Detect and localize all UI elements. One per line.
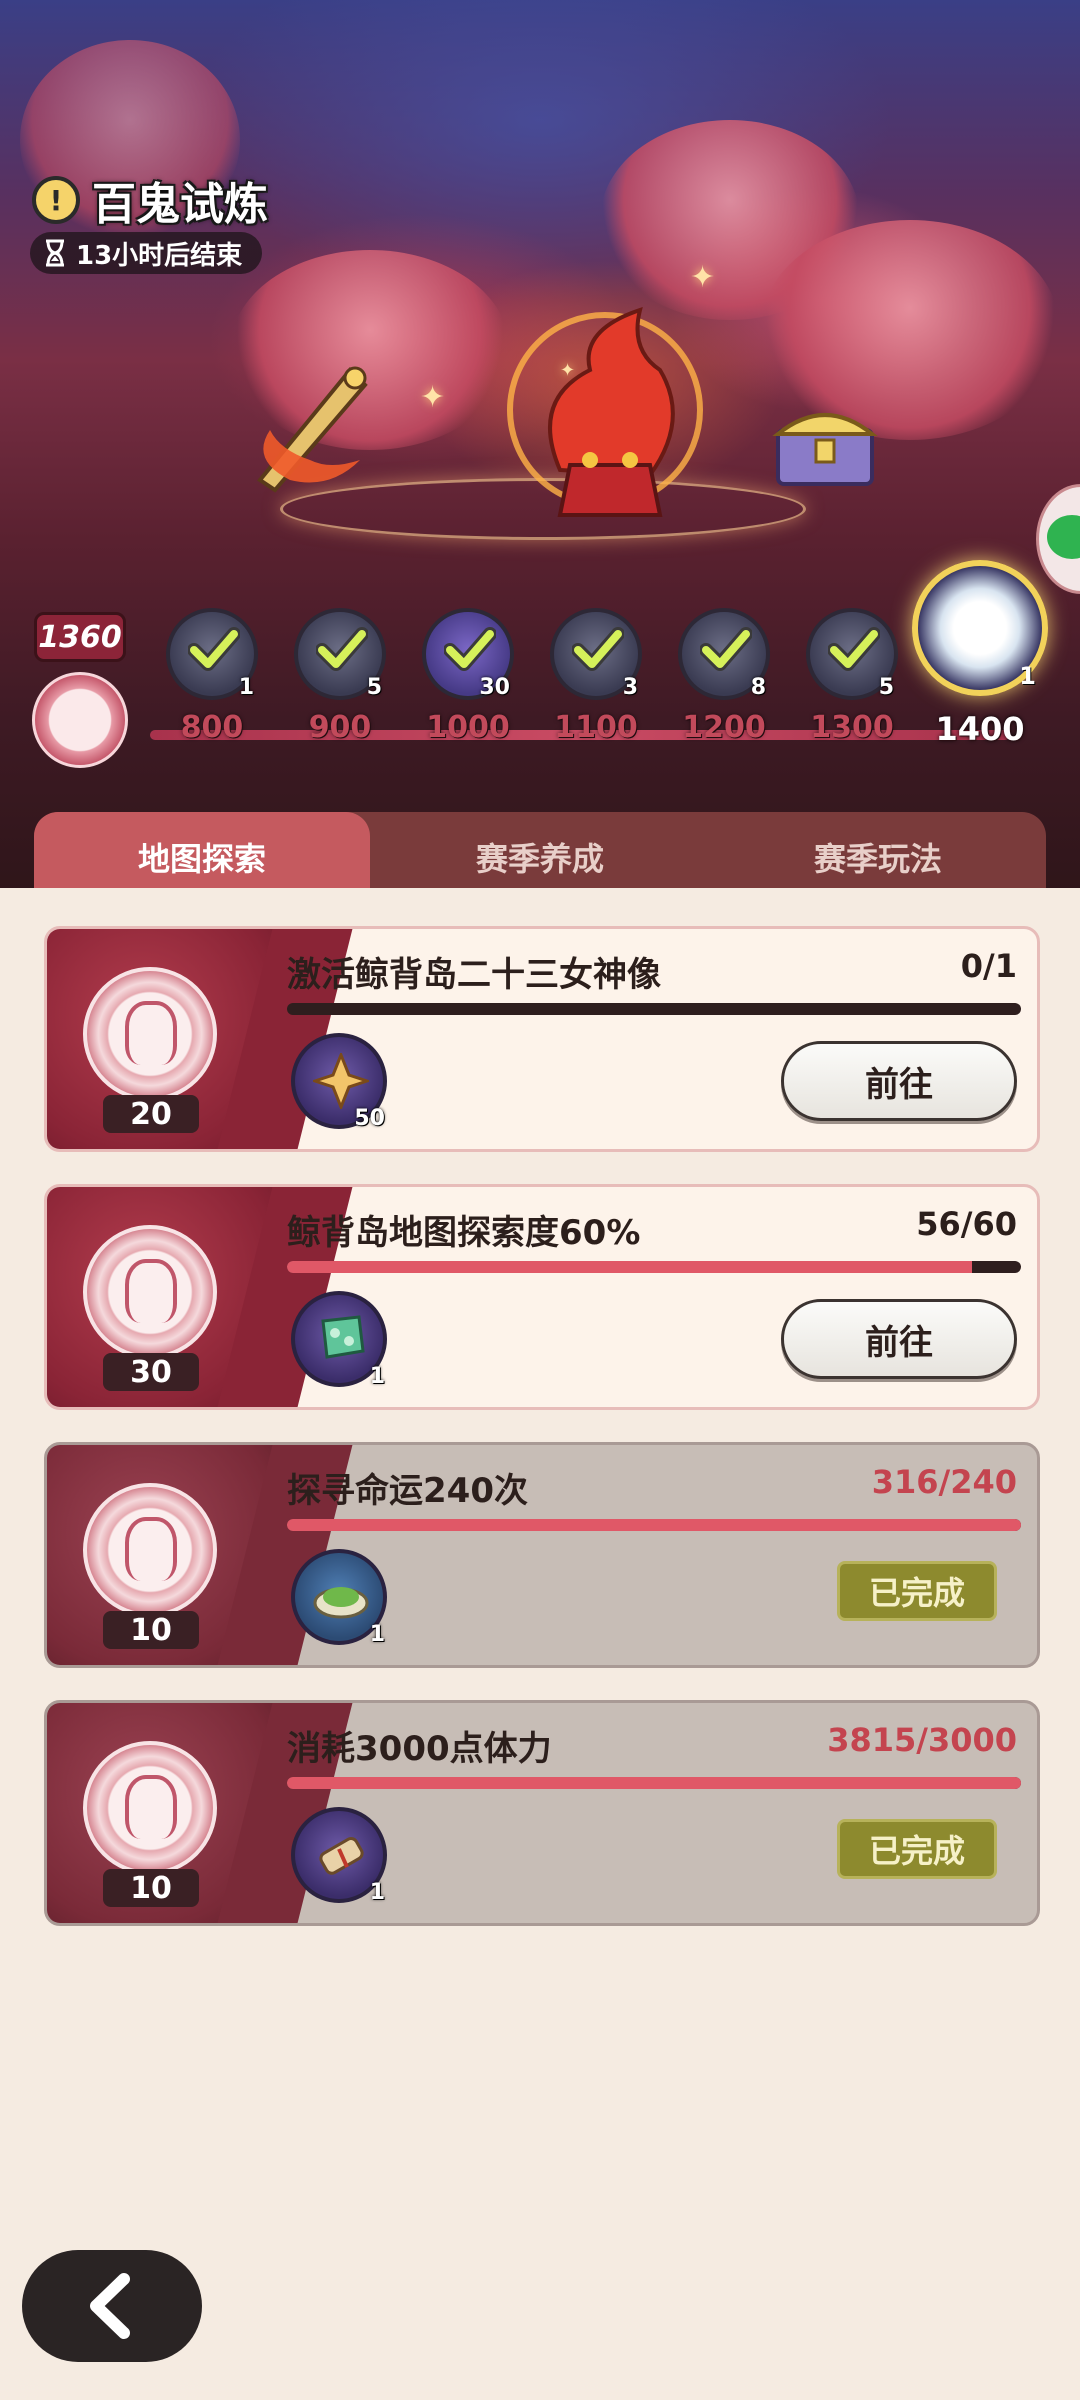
completed-badge: 已完成 [837,1819,997,1879]
sparkle-decoration: ✦ [690,260,716,295]
checkmark-icon [188,627,240,671]
reward-qty: 1 [369,1364,385,1389]
go-button[interactable]: 前往 [781,1041,1017,1121]
score-medal-icon [32,672,128,768]
medal-icon [83,1483,217,1617]
task-progress-text: 56/60 [916,1205,1017,1243]
task-progress-bar [287,1261,1021,1273]
checkmark-icon [316,627,368,671]
milestone-qty: 30 [479,675,510,700]
task-points: 30 [103,1353,199,1391]
star-crystal-icon[interactable]: 50 [291,1033,387,1131]
checkmark-icon [828,627,880,671]
milestone-label: 800 [180,710,244,745]
task-points: 20 [103,1095,199,1133]
herb-dish-icon[interactable]: 1 [291,1549,387,1647]
current-score: 1360 [34,612,126,662]
final-milestone-label: 1400 [935,710,1025,748]
task-points: 10 [103,1869,199,1907]
medal-icon [83,967,217,1101]
task-title: 消耗3000点体力 [287,1729,552,1769]
hourglass-icon [46,239,64,267]
reward-qty: 1 [369,1880,385,1905]
task-progress-bar [287,1003,1021,1015]
sparkle-decoration: ✦ [560,360,576,381]
milestone-label: 1100 [554,710,638,745]
reward-qty: 50 [354,1106,385,1131]
task-progress-bar [287,1519,1021,1531]
task-title: 激活鲸背岛二十三女神像 [287,955,661,995]
milestone-qty: 5 [878,675,894,700]
task-progress-text: 0/1 [960,947,1017,985]
task-title: 鲸背岛地图探索度60% [287,1213,641,1253]
event-title: 百鬼试炼 [92,179,268,230]
milestone-node[interactable]: 30 [422,608,514,700]
timer-text: 13小时后结束 [76,240,243,271]
milestone-qty: 5 [366,675,382,700]
milestone-qty: 3 [622,675,638,700]
milestone-node[interactable]: 5 [806,608,898,700]
jade-bouquet-icon[interactable]: 1 [291,1291,387,1389]
task-card: 30 鲸背岛地图探索度60% 56/60 1 前往 [44,1184,1040,1410]
task-progress-fill [287,1519,1021,1531]
milestone-node[interactable]: 5 [294,608,386,700]
sparkle-decoration: ✦ [420,380,446,415]
medal-icon [83,1225,217,1359]
task-points: 10 [103,1611,199,1649]
event-timer: 13小时后结束 [30,232,263,274]
task-title: 探寻命运240次 [287,1471,528,1511]
milestone-node[interactable]: 8 [678,608,770,700]
back-button[interactable] [22,2250,202,2362]
milestone-node[interactable]: 1 [166,608,258,700]
event-banner: ✦ ✦ ✦ ! 百鬼试炼 13小时后结束 1360 1 800 5 900 30 1000… [0,0,1080,900]
task-progress-bar [287,1777,1021,1789]
final-reward-chest[interactable]: 1 [912,560,1048,696]
task-progress-fill [287,1261,972,1273]
go-button[interactable]: 前往 [781,1299,1017,1379]
task-card: 10 消耗3000点体力 3815/3000 1 已完成 [44,1700,1040,1926]
milestone-node[interactable]: 3 [550,608,642,700]
checkmark-icon [444,627,496,671]
scroll-icon[interactable]: 1 [291,1807,387,1905]
reward-qty: 1 [369,1622,385,1647]
chat-bubble-icon[interactable] [1036,484,1080,594]
flame-sword-icon[interactable] [240,350,390,500]
task-card: 10 探寻命运240次 316/240 1 已完成 [44,1442,1040,1668]
exclamation-icon[interactable]: ! [32,176,80,224]
task-card: 20 激活鲸背岛二十三女神像 0/1 50 前往 [44,926,1040,1152]
task-panel: 20 激活鲸背岛二十三女神像 0/1 50 前往 30 鲸背岛地图探索度60% 56/60 1 前… [0,888,1080,2400]
milestone-qty: 1 [238,675,254,700]
task-progress-text: 316/240 [871,1463,1017,1501]
checkmark-icon [700,627,752,671]
event-title-row: ! 百鬼试炼 [32,168,268,232]
flame-cloak-icon[interactable] [500,300,710,530]
milestone-label: 900 [308,710,372,745]
medal-icon [83,1741,217,1875]
milestone-label: 1200 [682,710,766,745]
task-progress-text: 3815/3000 [827,1721,1017,1759]
completed-badge: 已完成 [837,1561,997,1621]
task-progress-fill [287,1777,1021,1789]
milestone-label: 1000 [426,710,510,745]
milestone-qty: 8 [750,675,766,700]
checkmark-icon [572,627,624,671]
chevron-left-icon [90,2273,130,2339]
milestone-label: 1300 [810,710,894,745]
treasure-chest-icon[interactable] [770,400,880,490]
final-reward-qty: 1 [1019,662,1036,690]
